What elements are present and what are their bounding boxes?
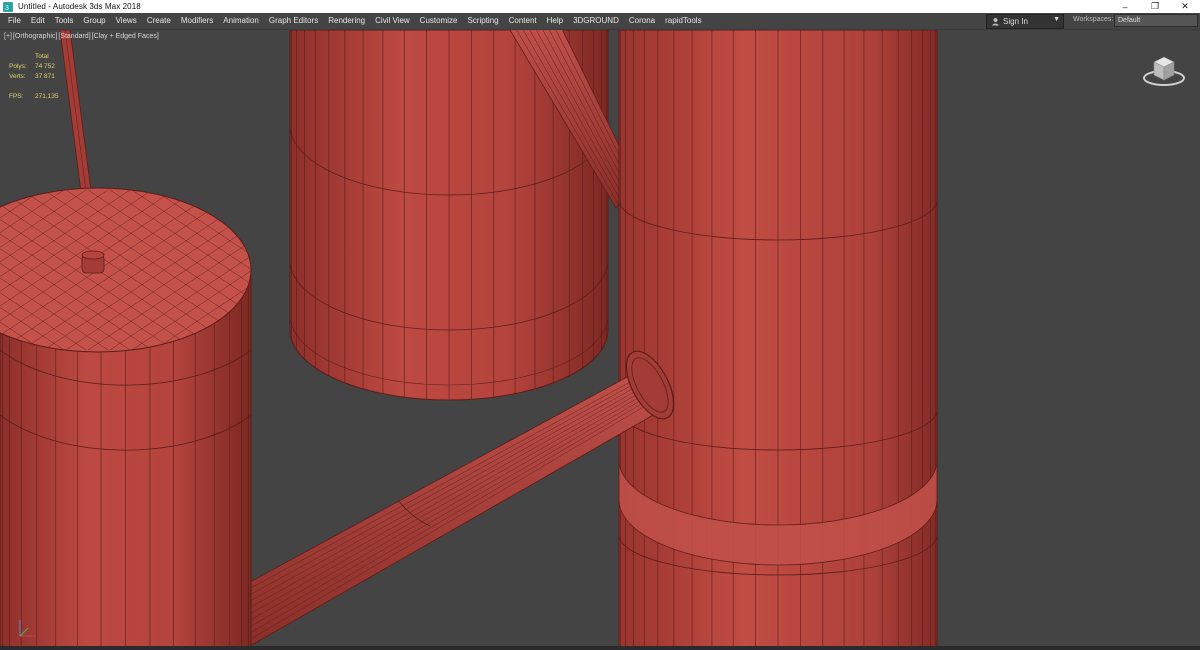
viewcube-icon[interactable] — [1140, 48, 1188, 90]
status-strip — [0, 646, 1200, 650]
menu-group[interactable]: Group — [78, 13, 110, 29]
sign-in-dropdown[interactable]: Sign In ▼ — [986, 14, 1064, 29]
menu-graph-editors[interactable]: Graph Editors — [264, 13, 323, 29]
stats-polys-row: Polys: 74 752 — [9, 62, 59, 72]
viewport-display-mode-menu[interactable]: [Clay + Edged Faces] — [92, 33, 159, 40]
user-icon — [990, 17, 1000, 27]
menu-rendering[interactable]: Rendering — [323, 13, 370, 29]
viewport-shading-style-menu[interactable]: [Standard] — [58, 33, 90, 40]
stats-verts-label: Verts: — [9, 73, 26, 80]
menu-rapidtools[interactable]: rapidTools — [660, 13, 706, 29]
axis-tripod-icon — [12, 614, 42, 644]
close-button[interactable]: ✕ — [1170, 0, 1200, 13]
workspaces-select[interactable]: Default — [1114, 14, 1198, 27]
workspaces-value: Default — [1118, 17, 1141, 24]
app-window: 3 Untitled - Autodesk 3ds Max 2018 – ❐ ✕… — [0, 0, 1200, 650]
menu-tools[interactable]: Tools — [50, 13, 79, 29]
stats-fps-row: FPS: 271,135 — [9, 92, 59, 102]
menu-file[interactable]: File — [0, 13, 26, 29]
workspaces-label: Workspaces: — [1073, 16, 1114, 23]
stats-polys-value: 74 752 — [35, 63, 55, 70]
menu-animation[interactable]: Animation — [218, 13, 264, 29]
menu-create[interactable]: Create — [142, 13, 176, 29]
menu-3dground[interactable]: 3DGROUND — [568, 13, 624, 29]
window-controls: – ❐ ✕ — [1110, 0, 1200, 13]
viewport-label-menu: [+] [Orthographic] [Standard] [Clay + Ed… — [4, 33, 160, 40]
minimize-button[interactable]: – — [1110, 0, 1140, 13]
3dsmax-app-icon: 3 — [3, 1, 13, 12]
menu-corona[interactable]: Corona — [624, 13, 660, 29]
menu-scripting[interactable]: Scripting — [462, 13, 503, 29]
menu-customize[interactable]: Customize — [415, 13, 463, 29]
menu-civil-view[interactable]: Civil View — [370, 13, 415, 29]
menu-modifiers[interactable]: Modifiers — [176, 13, 218, 29]
chevron-down-icon: ▼ — [1053, 16, 1060, 23]
scene-geometry — [0, 30, 938, 650]
viewport-statistics: Total Polys: 74 752 Verts: 37 871 FPS: 2… — [9, 52, 59, 102]
stats-polys-label: Polys: — [9, 63, 27, 70]
stats-fps-value: 271,135 — [35, 93, 59, 100]
title-bar: 3 Untitled - Autodesk 3ds Max 2018 – ❐ ✕ — [0, 0, 1200, 13]
close-icon: ✕ — [1181, 1, 1189, 11]
menu-items: File Edit Tools Group Views Create Modifiers An… — [0, 13, 707, 29]
viewport-general-menu[interactable]: [+] — [4, 33, 12, 40]
stats-verts-value: 37 871 — [35, 73, 55, 80]
menu-help[interactable]: Help — [542, 13, 568, 29]
menu-views[interactable]: Views — [111, 13, 142, 29]
viewport-orthographic[interactable]: [+] [Orthographic] [Standard] [Clay + Ed… — [0, 30, 1200, 650]
svg-text:3: 3 — [5, 5, 9, 12]
restore-button[interactable]: ❐ — [1140, 0, 1170, 13]
window-title: Untitled - Autodesk 3ds Max 2018 — [18, 2, 141, 11]
menu-edit[interactable]: Edit — [26, 13, 50, 29]
menu-content[interactable]: Content — [504, 13, 542, 29]
cylinder-right — [618, 30, 938, 650]
stats-total-label: Total — [35, 53, 49, 60]
stats-fps-label: FPS: — [9, 93, 24, 100]
sign-in-label: Sign In — [1003, 17, 1028, 26]
minimize-icon: – — [1122, 1, 1128, 12]
viewport-point-of-view-menu[interactable]: [Orthographic] — [13, 33, 57, 40]
restore-icon: ❐ — [1150, 1, 1160, 11]
menu-bar: File Edit Tools Group Views Create Modifiers An… — [0, 13, 1200, 30]
stats-verts-row: Verts: 37 871 — [9, 72, 59, 82]
